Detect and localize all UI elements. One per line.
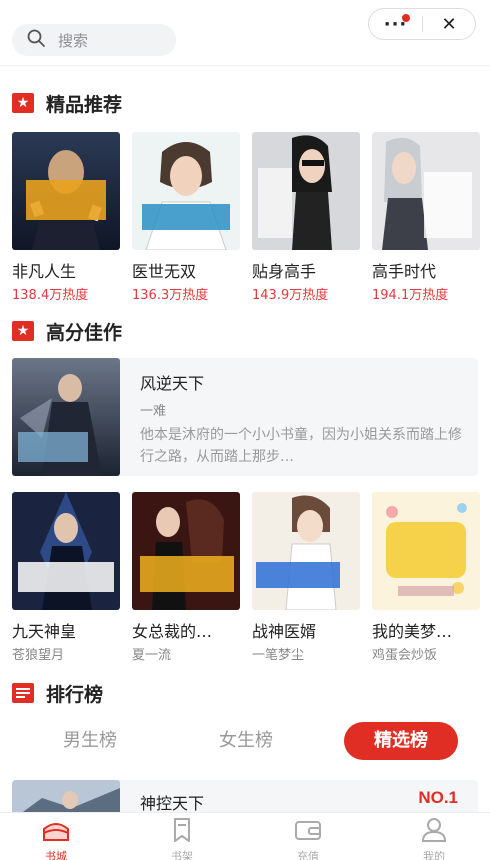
- nav-item-recharge[interactable]: 充值: [268, 817, 348, 860]
- book-cover: [372, 132, 480, 250]
- book-title: 医世无双: [132, 262, 197, 281]
- book-cover: [12, 132, 120, 250]
- book-card[interactable]: 贴身高手 143.9万热度: [252, 132, 360, 303]
- book-card[interactable]: 医世无双 136.3万热度: [132, 132, 240, 303]
- bookstore-icon: [41, 817, 71, 847]
- book-card[interactable]: 高手时代 194.1万热度: [372, 132, 480, 303]
- book-title: 我的美梦…: [372, 622, 453, 641]
- highlight-book-title: 风逆天下: [140, 374, 205, 393]
- highlight-book-description: 他本是沐府的一个小小书童，因为小姐关系而踏上修行之路，从而踏上那步…: [140, 427, 462, 465]
- section-title: 排行榜: [46, 683, 104, 706]
- nav-item-bookstore[interactable]: 书城: [16, 817, 96, 860]
- list-icon: [12, 683, 34, 703]
- featured-book-row: 非凡人生 138.4万热度 医世无双 136.3万热度 贴身高手 143.9万热…: [12, 132, 482, 303]
- section-title: 高分佳作: [46, 321, 123, 344]
- search-icon: [26, 28, 46, 52]
- nav-item-profile[interactable]: 我的: [394, 817, 474, 860]
- rank-number: NO.1: [418, 788, 458, 807]
- mini-program-capsule: ··· ✕: [368, 8, 476, 40]
- book-author: 苍狼望月: [12, 648, 65, 663]
- close-icon: ✕: [441, 13, 457, 35]
- book-cover: [372, 492, 480, 610]
- book-cover: [252, 132, 360, 250]
- nav-label: 我的: [423, 850, 445, 860]
- ranking-tabs: 男生榜 女生榜 精选榜: [0, 722, 490, 760]
- highlight-book-card[interactable]: 风逆天下 一难 他本是沐府的一个小小书童，因为小姐关系而踏上修行之路，从而踏上那…: [12, 358, 478, 476]
- section-header-high-score: ★ 高分佳作: [12, 318, 122, 344]
- section-title: 精品推荐: [46, 93, 123, 116]
- tab-male-ranking[interactable]: 男生榜: [40, 722, 140, 760]
- book-card[interactable]: 九天神皇 苍狼望月: [12, 492, 120, 663]
- star-icon: ★: [12, 321, 34, 341]
- book-heat: 143.9万热度: [252, 288, 329, 303]
- user-icon: [419, 817, 449, 847]
- book-author: 一笔梦尘: [252, 648, 305, 663]
- book-heat: 136.3万热度: [132, 288, 209, 303]
- wallet-icon: [293, 817, 323, 847]
- book-cover: [12, 358, 120, 476]
- book-title: 女总裁的…: [132, 622, 213, 641]
- top-bar: 搜索 ··· ✕: [0, 0, 490, 66]
- book-card[interactable]: 非凡人生 138.4万热度: [12, 132, 120, 303]
- book-title: 高手时代: [372, 262, 437, 281]
- book-card[interactable]: 女总裁的… 夏一流: [132, 492, 240, 663]
- notification-dot: [402, 14, 410, 22]
- book-author: 鸡蛋会炒饭: [372, 648, 438, 663]
- bottom-nav: 书城 书架 充值 我的: [0, 812, 490, 860]
- bookmark-icon: [167, 817, 197, 847]
- book-heat: 194.1万热度: [372, 288, 449, 303]
- nav-item-bookshelf[interactable]: 书架: [142, 817, 222, 860]
- search-bar[interactable]: 搜索: [12, 24, 176, 56]
- book-title: 九天神皇: [12, 622, 77, 641]
- nav-label: 书城: [45, 850, 67, 860]
- close-button[interactable]: ✕: [423, 9, 475, 39]
- section-header-featured: ★ 精品推荐: [12, 90, 122, 116]
- book-title: 贴身高手: [252, 262, 317, 281]
- high-score-book-row: 九天神皇 苍狼望月 女总裁的… 夏一流 战神医婿 一笔梦尘 我的美梦… 鸡蛋会炒…: [12, 492, 482, 663]
- section-header-ranking: 排行榜: [12, 680, 103, 706]
- search-placeholder: 搜索: [58, 31, 89, 50]
- rank-book-title: 神控天下: [140, 794, 205, 813]
- book-author: 夏一流: [132, 648, 172, 663]
- tab-female-ranking[interactable]: 女生榜: [196, 722, 296, 760]
- star-icon: ★: [12, 93, 34, 113]
- book-title: 战神医婿: [252, 622, 317, 641]
- book-cover: [132, 492, 240, 610]
- book-cover: [252, 492, 360, 610]
- nav-label: 书架: [171, 850, 193, 860]
- nav-label: 充值: [297, 850, 319, 860]
- book-cover: [132, 132, 240, 250]
- tab-selected-ranking[interactable]: 精选榜: [344, 722, 458, 760]
- book-title: 非凡人生: [12, 262, 77, 281]
- more-button[interactable]: ···: [369, 9, 422, 39]
- book-cover: [12, 492, 120, 610]
- book-card[interactable]: 战神医婿 一笔梦尘: [252, 492, 360, 663]
- book-heat: 138.4万热度: [12, 288, 89, 303]
- book-card[interactable]: 我的美梦… 鸡蛋会炒饭: [372, 492, 480, 663]
- highlight-book-author: 一难: [140, 404, 167, 419]
